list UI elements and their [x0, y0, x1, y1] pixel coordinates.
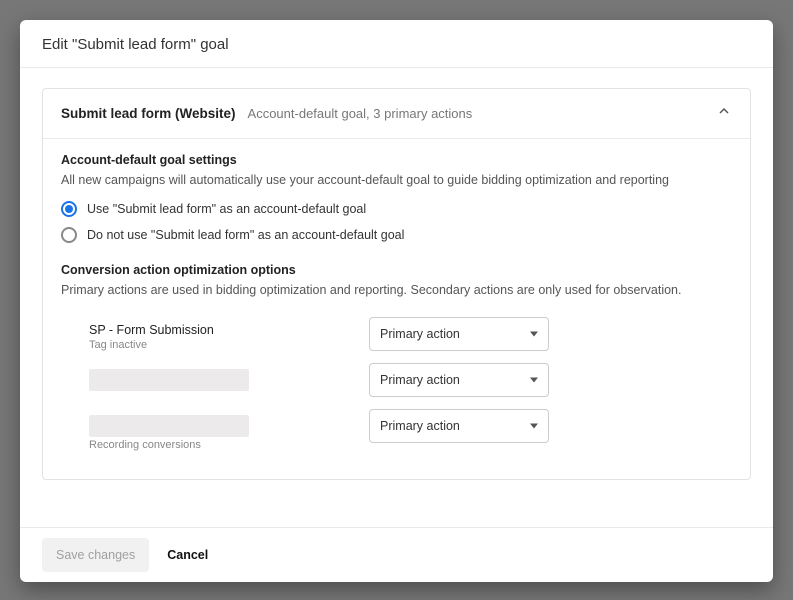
modal-title: Edit "Submit lead form" goal [42, 36, 229, 53]
radio-use-default[interactable]: Use "Submit lead form" as an account-def… [61, 201, 732, 217]
radio-dont-use-label: Do not use "Submit lead form" as an acco… [87, 228, 404, 242]
optimization-desc: Primary actions are used in bidding opti… [61, 283, 732, 297]
default-settings-title: Account-default goal settings [61, 153, 732, 167]
radio-use-label: Use "Submit lead form" as an account-def… [87, 202, 366, 216]
cancel-button[interactable]: Cancel [161, 538, 214, 572]
action-row: Recording conversions Primary action [61, 403, 732, 457]
card-subtitle: Account-default goal, 3 primary actions [248, 106, 473, 121]
card-header-toggle[interactable]: Submit lead form (Website) Account-defau… [43, 89, 750, 139]
modal-footer: Save changes Cancel [20, 527, 773, 582]
action-row: SP - Form Submission Tag inactive Primar… [61, 311, 732, 357]
card-body: Account-default goal settings All new ca… [43, 139, 750, 479]
action-info: SP - Form Submission Tag inactive [89, 317, 369, 351]
caret-down-icon [530, 378, 538, 383]
chevron-up-icon [716, 103, 732, 124]
action-row: Primary action [61, 357, 732, 403]
edit-goal-modal: Edit "Submit lead form" goal Submit lead… [20, 20, 773, 582]
action-status: Recording conversions [89, 439, 369, 451]
goal-card: Submit lead form (Website) Account-defau… [42, 88, 751, 480]
radio-icon [61, 227, 77, 243]
action-info: Recording conversions [89, 409, 369, 451]
radio-icon [61, 201, 77, 217]
caret-down-icon [530, 332, 538, 337]
action-dropdown[interactable]: Primary action [369, 363, 549, 397]
dropdown-value: Primary action [380, 419, 460, 433]
dropdown-value: Primary action [380, 327, 460, 341]
modal-header: Edit "Submit lead form" goal [20, 20, 773, 68]
card-title: Submit lead form (Website) [61, 106, 236, 121]
action-dropdown[interactable]: Primary action [369, 317, 549, 351]
default-settings-desc: All new campaigns will automatically use… [61, 173, 732, 187]
redacted-block [89, 369, 249, 391]
action-info [89, 363, 369, 391]
action-name: SP - Form Submission [89, 323, 369, 337]
radio-dont-use-default[interactable]: Do not use "Submit lead form" as an acco… [61, 227, 732, 243]
caret-down-icon [530, 424, 538, 429]
save-button[interactable]: Save changes [42, 538, 149, 572]
action-dropdown[interactable]: Primary action [369, 409, 549, 443]
action-status: Tag inactive [89, 339, 369, 351]
redacted-block [89, 415, 249, 437]
modal-body: Submit lead form (Website) Account-defau… [20, 68, 773, 527]
optimization-title: Conversion action optimization options [61, 263, 732, 277]
dropdown-value: Primary action [380, 373, 460, 387]
